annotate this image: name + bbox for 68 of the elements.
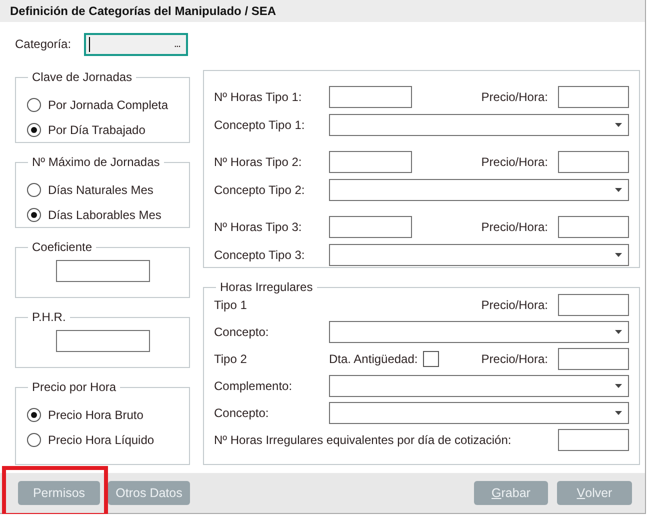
dropdown-field[interactable] bbox=[329, 321, 629, 343]
caret-icon bbox=[615, 123, 622, 127]
window-title: Definición de Categorías del Manipulado / SEA bbox=[0, 0, 645, 22]
checkbox[interactable] bbox=[422, 351, 439, 367]
field-label: Nº Horas Irregulares equivalentes por día de cotización: bbox=[214, 433, 512, 447]
radio-label: Días Naturales Mes bbox=[48, 182, 154, 196]
group-title: P.H.R. bbox=[32, 310, 66, 324]
field-label: Complemento: bbox=[214, 379, 294, 393]
field-label: Nº Horas Tipo 3: bbox=[214, 220, 303, 234]
action-button[interactable]: Grabar bbox=[474, 481, 548, 505]
field-label: Concepto Tipo 3: bbox=[214, 248, 306, 262]
radio-button[interactable] bbox=[27, 182, 41, 196]
caret-icon bbox=[615, 330, 622, 334]
text-field[interactable] bbox=[558, 151, 629, 173]
text-field[interactable] bbox=[558, 429, 629, 451]
radio-label: Por Día Trabajado bbox=[48, 122, 146, 136]
field-label: Concepto: bbox=[214, 325, 270, 339]
group-title: Clave de Jornadas bbox=[32, 70, 132, 84]
caret-icon bbox=[615, 384, 622, 388]
text-field[interactable] bbox=[558, 216, 629, 238]
radio-button[interactable] bbox=[27, 122, 41, 136]
radio-button[interactable] bbox=[27, 98, 41, 112]
text-field[interactable] bbox=[558, 294, 629, 316]
caret-icon bbox=[615, 253, 622, 257]
text-field[interactable] bbox=[329, 151, 412, 173]
dropdown-field[interactable] bbox=[329, 375, 629, 397]
caret-icon bbox=[615, 411, 622, 415]
text-field[interactable] bbox=[558, 86, 629, 108]
field-label: Precio/Hora: bbox=[481, 352, 548, 366]
field-label: Categoría: bbox=[15, 37, 72, 51]
radio-label: Precio Hora Bruto bbox=[48, 408, 144, 422]
dropdown-field[interactable] bbox=[329, 244, 629, 266]
text-field[interactable] bbox=[329, 86, 412, 108]
group-title: Precio por Hora bbox=[32, 380, 116, 394]
caret-icon bbox=[615, 188, 622, 192]
action-button[interactable]: Volver bbox=[557, 481, 632, 505]
field-label: Precio/Hora: bbox=[480, 155, 549, 169]
field-label: Precio/Hora: bbox=[481, 298, 548, 312]
field-label: Tipo 2 bbox=[214, 352, 248, 366]
field-label: Tipo 1 bbox=[214, 298, 248, 312]
radio-label: Días Laborables Mes bbox=[48, 208, 162, 222]
field-label: Concepto: bbox=[214, 406, 270, 420]
action-button[interactable]: Permisos bbox=[18, 481, 100, 505]
group-title: Horas Irregulares bbox=[220, 280, 313, 294]
group-title: Coeficiente bbox=[32, 240, 92, 254]
radio-label: Precio Hora Líquido bbox=[48, 432, 154, 446]
text-field[interactable] bbox=[329, 216, 412, 238]
action-button[interactable]: Otros Datos bbox=[108, 481, 190, 505]
field-label: Nº Horas Tipo 1: bbox=[214, 90, 303, 104]
field-label: Nº Horas Tipo 2: bbox=[214, 155, 303, 169]
text-field[interactable] bbox=[56, 330, 150, 352]
field-label: Concepto Tipo 2: bbox=[214, 183, 306, 197]
field-label: Concepto Tipo 1: bbox=[214, 118, 306, 132]
radio-button[interactable] bbox=[27, 408, 41, 422]
dropdown-field[interactable] bbox=[329, 402, 629, 424]
text-field[interactable] bbox=[56, 260, 150, 282]
field-label: Precio/Hora: bbox=[480, 90, 549, 104]
field-label: Precio/Hora: bbox=[480, 220, 549, 234]
group-title: Nº Máximo de Jornadas bbox=[32, 155, 160, 169]
dropdown-field[interactable] bbox=[329, 114, 629, 136]
radio-button[interactable] bbox=[27, 208, 41, 222]
radio-label: Por Jornada Completa bbox=[48, 98, 168, 112]
text-field[interactable] bbox=[558, 348, 629, 370]
lookup-button[interactable]: ... bbox=[174, 38, 180, 50]
radio-button[interactable] bbox=[27, 432, 41, 446]
lookup-field[interactable]: ... bbox=[84, 32, 188, 56]
dropdown-field[interactable] bbox=[329, 179, 629, 201]
checkbox-label: Dta. Antigüedad: bbox=[329, 352, 418, 366]
